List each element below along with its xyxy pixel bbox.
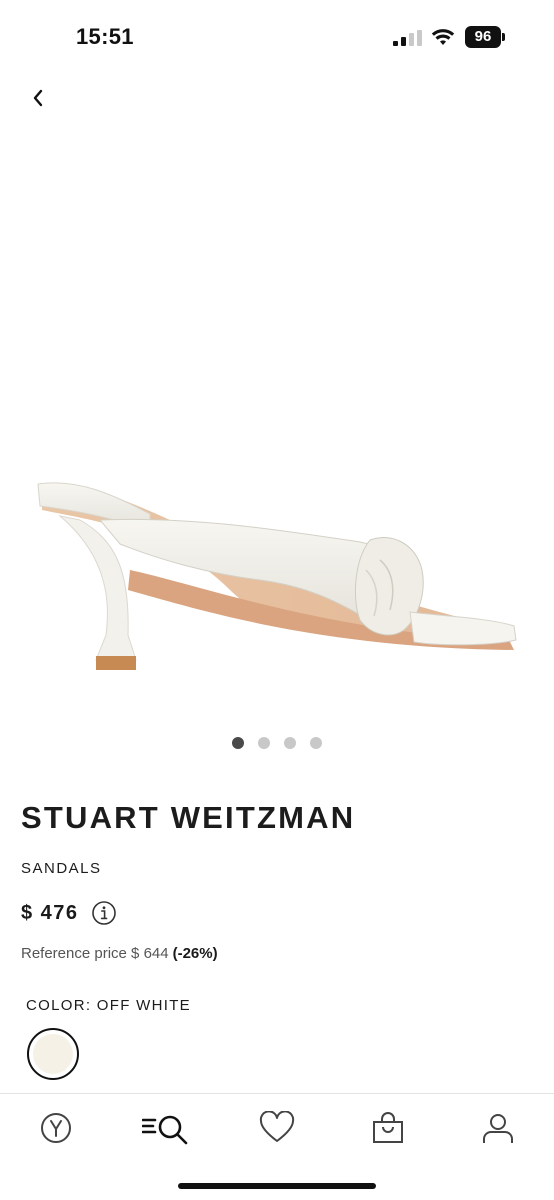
nav-account[interactable] — [478, 1108, 518, 1148]
carousel-dot[interactable] — [284, 737, 296, 749]
color-label: COLOR: OFF WHITE — [26, 997, 191, 1014]
carousel-dot[interactable] — [232, 737, 244, 749]
user-icon — [483, 1114, 513, 1143]
nav-home[interactable] — [36, 1108, 76, 1148]
status-bar: 15:51 96 — [0, 0, 554, 70]
reference-price-label: Reference price $ 644 — [21, 945, 169, 962]
product-image[interactable] — [20, 420, 540, 700]
nav-wishlist[interactable] — [257, 1108, 297, 1148]
nav-bag[interactable] — [368, 1108, 408, 1148]
carousel-dot[interactable] — [310, 737, 322, 749]
color-swatch[interactable] — [27, 1028, 79, 1080]
menu-search-icon — [142, 1115, 188, 1145]
heart-icon — [259, 1111, 295, 1142]
home-indicator — [178, 1183, 376, 1189]
status-time: 15:51 — [76, 24, 134, 49]
carousel-dots — [232, 737, 322, 749]
info-icon[interactable] — [91, 900, 117, 926]
product-category: SANDALS — [21, 860, 102, 877]
battery-icon: 96 — [465, 26, 505, 48]
brand-name: STUART WEITZMAN — [21, 800, 356, 835]
bag-icon — [373, 1112, 403, 1143]
carousel-dot[interactable] — [258, 737, 270, 749]
color-swatch-fill — [33, 1034, 73, 1074]
reference-price: Reference price $ 644 (-26%) — [21, 945, 218, 962]
back-button[interactable] — [22, 82, 54, 114]
discount-percent: (-26%) — [172, 945, 218, 962]
signal-icon — [393, 30, 422, 46]
battery-level: 96 — [465, 26, 501, 48]
home-icon — [41, 1113, 71, 1143]
wifi-icon — [431, 29, 455, 45]
price-row: $ 476 — [21, 900, 117, 926]
nav-search[interactable] — [142, 1108, 192, 1148]
chevron-left-icon — [33, 89, 43, 107]
price: $ 476 — [21, 901, 79, 924]
